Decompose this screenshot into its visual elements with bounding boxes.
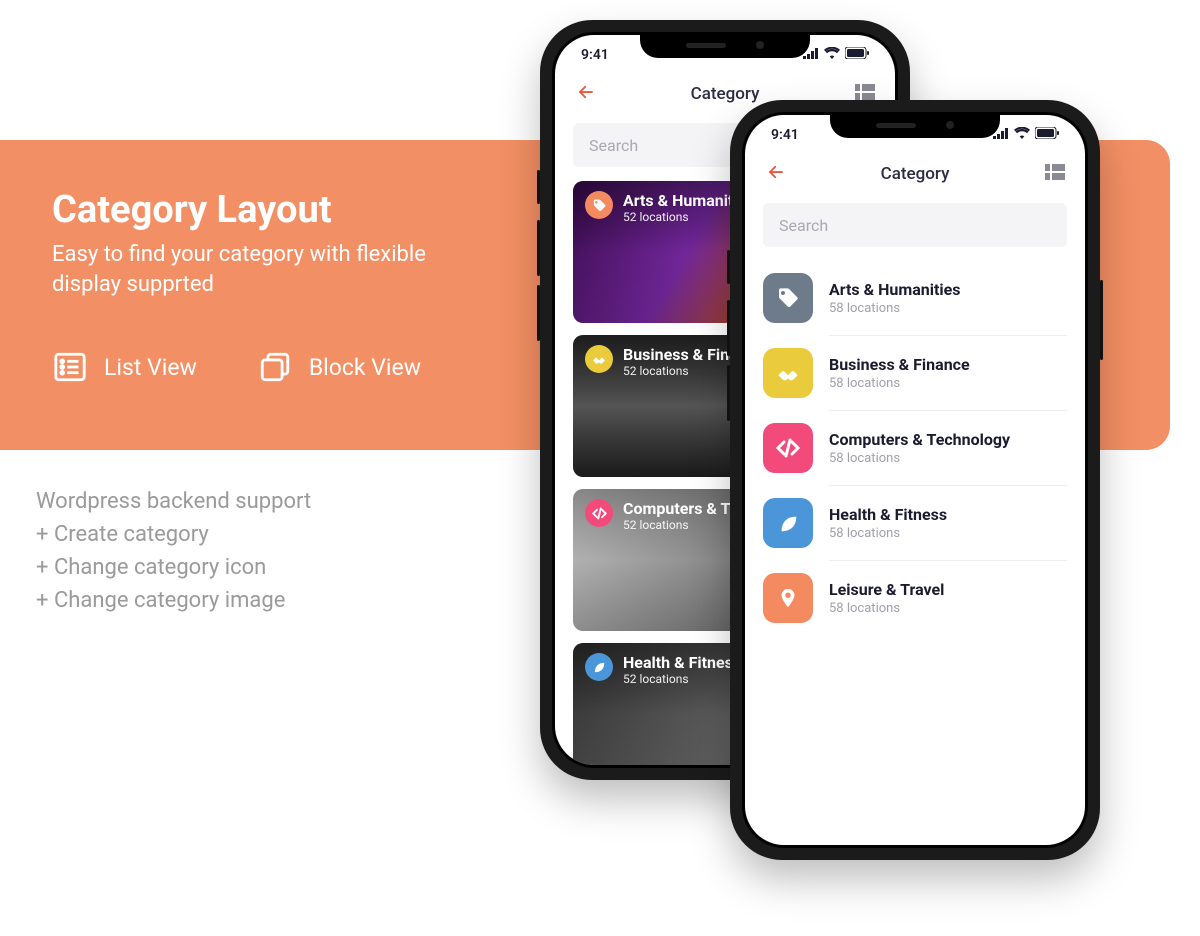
category-title: Arts & Humanities: [829, 280, 961, 299]
list-view-mode: List View: [52, 349, 197, 385]
status-time: 9:41: [771, 127, 799, 143]
category-sub: 58 locations: [829, 451, 1010, 466]
leaf-icon: [763, 498, 813, 548]
tag-icon: [763, 273, 813, 323]
status-time: 9:41: [581, 47, 609, 63]
search-placeholder: Search: [779, 216, 828, 235]
device-notch: [830, 112, 1000, 138]
list-view-icon: [52, 349, 88, 385]
code-icon: [763, 423, 813, 473]
category-sub: 58 locations: [829, 301, 961, 316]
feature-item: + Change category image: [36, 584, 311, 617]
block-view-mode: Block View: [257, 349, 421, 385]
phone-list-view: 9:41 Category Search: [730, 100, 1100, 860]
feature-item: + Change category icon: [36, 551, 311, 584]
search-input[interactable]: Search: [763, 203, 1067, 247]
feature-item: + Create category: [36, 518, 311, 551]
category-sub: 58 locations: [829, 526, 947, 541]
category-title: Business & Finance: [829, 355, 970, 374]
device-notch: [640, 32, 810, 58]
category-row-travel[interactable]: Leisure & Travel 58 locations: [763, 561, 1067, 635]
category-row-computers[interactable]: Computers & Technology 58 locations: [763, 411, 1067, 485]
tag-icon: [585, 191, 613, 219]
features-heading: Wordpress backend support: [36, 485, 311, 518]
handshake-icon: [585, 345, 613, 373]
app-header: Category: [745, 155, 1085, 193]
category-title: Leisure & Travel: [829, 580, 944, 599]
category-sub: 52 locations: [623, 672, 741, 686]
category-row-arts[interactable]: Arts & Humanities 58 locations: [763, 261, 1067, 335]
back-arrow-icon[interactable]: [575, 82, 597, 107]
battery-icon: [1035, 127, 1059, 143]
category-row-health[interactable]: Health & Fitness 58 locations: [763, 486, 1067, 560]
pin-icon: [763, 573, 813, 623]
list-view-label: List View: [104, 354, 197, 381]
category-row-business[interactable]: Business & Finance 58 locations: [763, 336, 1067, 410]
header-title: Category: [745, 164, 1085, 184]
category-sub: 58 locations: [829, 601, 944, 616]
banner-subtitle: Easy to find your category with flexible…: [52, 240, 452, 299]
code-icon: [585, 499, 613, 527]
handshake-icon: [763, 348, 813, 398]
category-row-list: Arts & Humanities 58 locations Business …: [745, 261, 1085, 635]
search-placeholder: Search: [589, 136, 638, 155]
block-view-label: Block View: [309, 354, 421, 381]
wifi-icon: [1014, 127, 1030, 143]
features-text: Wordpress backend support + Create categ…: [36, 485, 311, 617]
layout-toggle-button[interactable]: [1045, 164, 1065, 184]
block-view-icon: [257, 349, 293, 385]
category-title: Health & Fitness: [829, 505, 947, 524]
category-title: Health & Fitness: [623, 653, 741, 672]
category-title: Computers & Technology: [829, 430, 1010, 449]
category-sub: 58 locations: [829, 376, 970, 391]
wifi-icon: [824, 47, 840, 63]
back-arrow-icon[interactable]: [765, 162, 787, 187]
leaf-icon: [585, 653, 613, 681]
battery-icon: [845, 47, 869, 63]
